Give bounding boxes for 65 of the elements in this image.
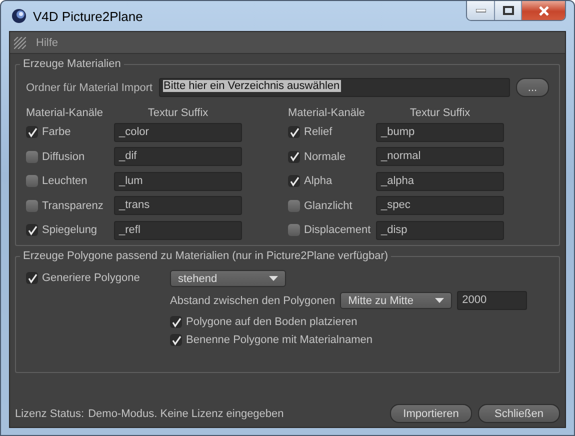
- suffix-field[interactable]: _color: [114, 122, 242, 142]
- suffix-field[interactable]: _trans: [114, 196, 242, 216]
- checkbox[interactable]: [26, 150, 38, 163]
- checkbox[interactable]: [170, 334, 182, 346]
- orientation-dropdown[interactable]: stehend: [170, 270, 286, 287]
- app-logo-icon: [11, 8, 27, 24]
- column-header: Material-Kanäle: [26, 107, 104, 119]
- column-header: Textur Suffix: [408, 107, 472, 119]
- suffix-field[interactable]: _spec: [376, 196, 504, 216]
- suffix-field[interactable]: _refl: [114, 220, 242, 240]
- suffix-field[interactable]: _lum: [114, 172, 242, 191]
- channel-label: Transparenz: [42, 200, 104, 212]
- channel-label: Diffusion: [42, 150, 85, 163]
- browse-button[interactable]: ...: [516, 78, 549, 97]
- suffix-field[interactable]: _alpha: [376, 172, 504, 191]
- checkbox-label: Benenne Polygone mit Materialnamen: [186, 334, 373, 346]
- checkbox[interactable]: [26, 126, 38, 138]
- channel-label: Farbe: [42, 126, 71, 138]
- checkbox[interactable]: [288, 224, 300, 236]
- checkbox[interactable]: [26, 200, 38, 212]
- checkbox[interactable]: [26, 175, 38, 188]
- caret-icon: [435, 298, 444, 303]
- channel-label: Normale: [304, 150, 346, 163]
- window-title: V4D Picture2Plane: [33, 8, 143, 24]
- maximize-button[interactable]: [494, 1, 521, 20]
- suffix-field[interactable]: _dif: [114, 147, 242, 166]
- channel-label: Displacement: [304, 224, 371, 236]
- distance-mode-dropdown[interactable]: Mitte zu Mitte: [340, 292, 452, 309]
- menu-item[interactable]: Hilfe: [36, 36, 58, 48]
- minimize-icon: [476, 8, 486, 12]
- checkbox[interactable]: [288, 200, 300, 212]
- section-title: Erzeuge Materialien: [22, 58, 122, 70]
- status-text: Demo-Modus. Keine Lizenz eingegeben: [88, 408, 284, 420]
- column-header: Textur Suffix: [146, 107, 210, 119]
- channel-label: Relief: [304, 126, 332, 138]
- dialog-button[interactable]: Importieren: [390, 404, 472, 423]
- channel-label: Alpha: [304, 175, 332, 188]
- channel-label: Spiegelung: [42, 224, 98, 236]
- checkbox[interactable]: [26, 224, 38, 236]
- minimize-button[interactable]: [467, 1, 494, 20]
- checkbox[interactable]: [26, 272, 38, 284]
- grip-icon: [14, 36, 26, 48]
- checkbox[interactable]: [170, 316, 182, 328]
- checkbox[interactable]: [288, 150, 300, 163]
- channel-label: Leuchten: [42, 175, 88, 188]
- folder-field[interactable]: Bitte hier ein Verzeichnis auswählen: [158, 78, 510, 97]
- close-button[interactable]: [521, 1, 565, 20]
- caret-icon: [269, 276, 278, 281]
- distance-label: Abstand zwischen den Polygonen: [170, 294, 336, 306]
- suffix-field[interactable]: _normal: [376, 147, 504, 166]
- status-label: Lizenz Status:: [15, 408, 84, 420]
- suffix-field[interactable]: _bump: [376, 122, 504, 142]
- section-title: Erzeuge Polygone passend zu Materialien (nur in Picture2Plane verfügbar): [22, 250, 390, 262]
- suffix-field[interactable]: _disp: [376, 220, 504, 240]
- checkbox[interactable]: [288, 175, 300, 188]
- dialog-button[interactable]: Schließen: [478, 404, 560, 423]
- channel-label: Glanzlicht: [304, 200, 352, 212]
- checkbox[interactable]: [288, 126, 300, 138]
- distance-field[interactable]: 2000: [457, 291, 528, 310]
- checkbox-label: Polygone auf den Boden platzieren: [186, 316, 358, 328]
- column-header: Material-Kanäle: [288, 107, 366, 119]
- maximize-icon: [502, 6, 514, 15]
- checkbox-label: Generiere Polygone: [42, 272, 140, 284]
- close-icon: [538, 6, 550, 16]
- folder-label: Ordner für Material Import: [26, 82, 153, 94]
